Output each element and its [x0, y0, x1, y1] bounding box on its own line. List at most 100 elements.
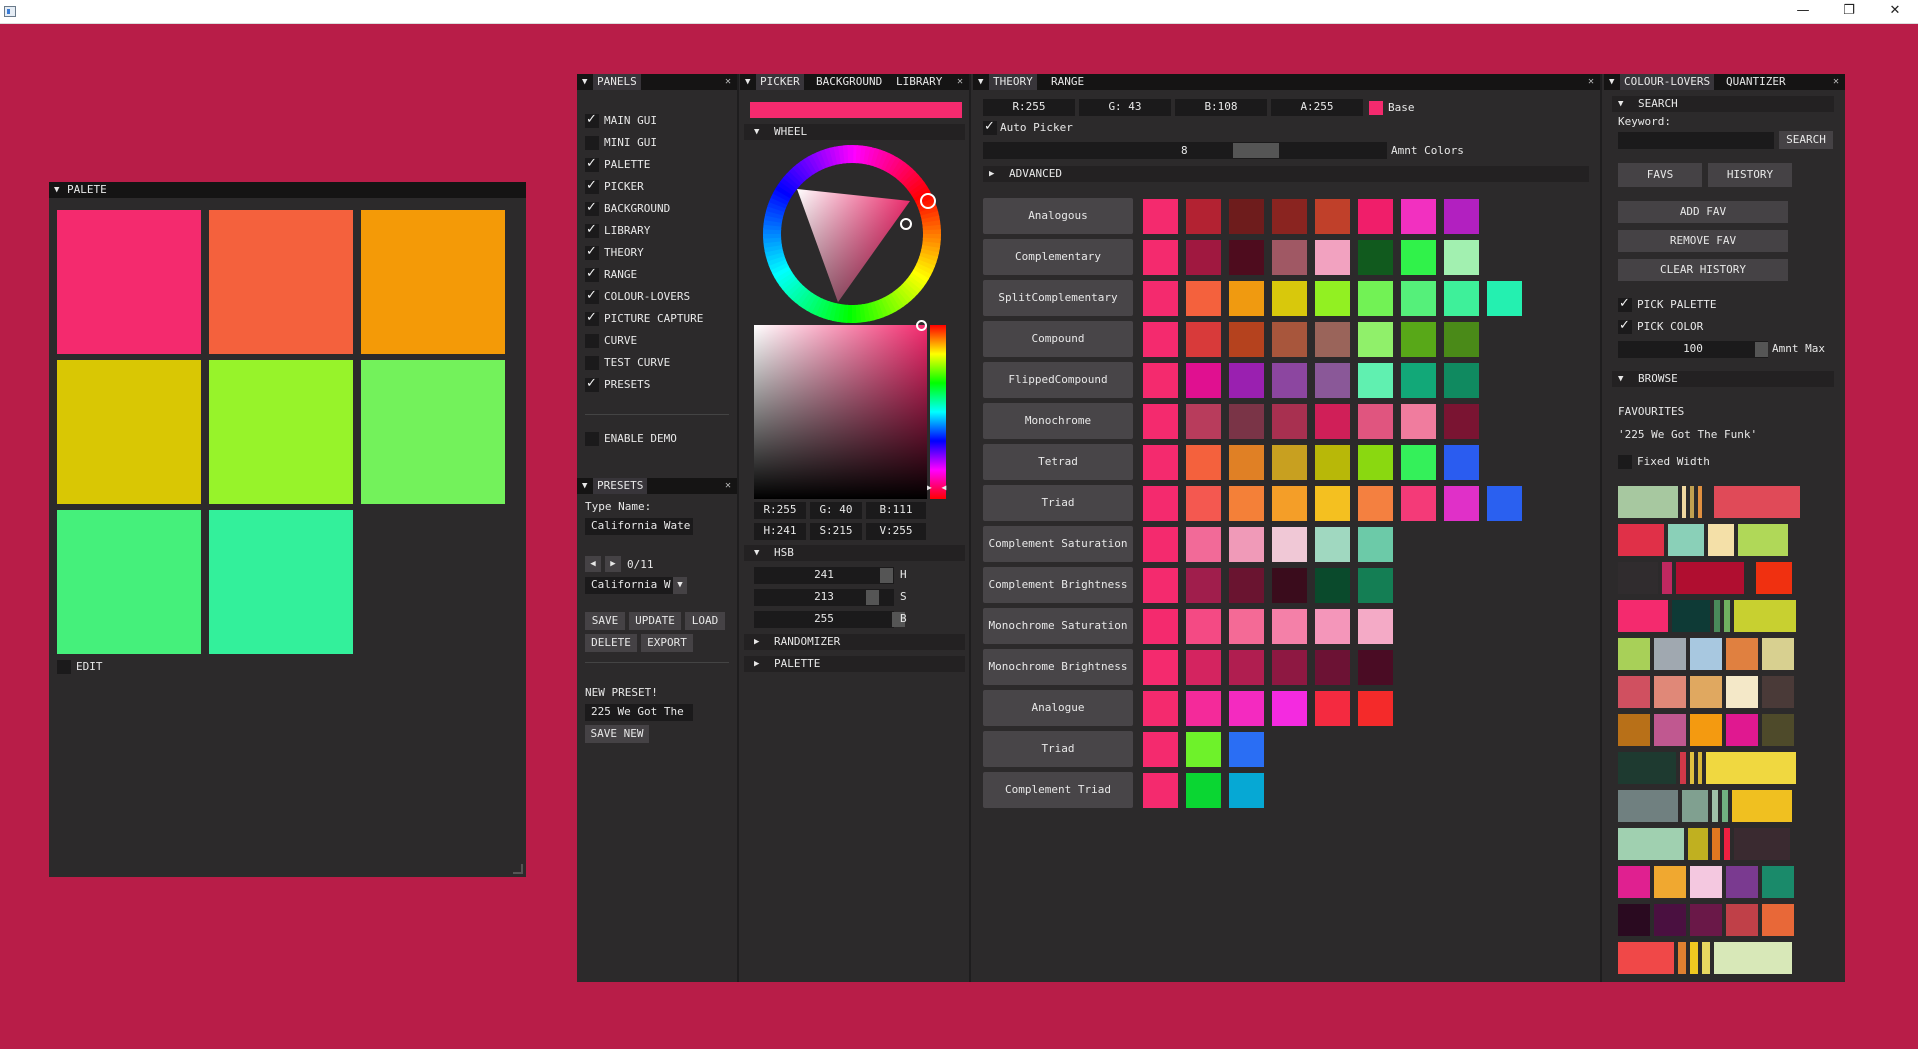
theory-swatch[interactable] — [1358, 527, 1393, 562]
theory-swatch[interactable] — [1186, 773, 1221, 808]
theory-swatch[interactable] — [1186, 486, 1221, 521]
theory-swatch[interactable] — [1272, 650, 1307, 685]
theory-swatch[interactable] — [1229, 650, 1264, 685]
update-button[interactable]: UPDATE — [629, 612, 681, 630]
theory-swatch[interactable] — [1143, 199, 1178, 234]
theory-swatch[interactable] — [1229, 240, 1264, 275]
palette-bar-swatch[interactable] — [1724, 828, 1730, 860]
theory-swatch[interactable] — [1272, 240, 1307, 275]
add-fav-button[interactable]: ADD FAV — [1618, 201, 1788, 223]
theory-swatch[interactable] — [1272, 281, 1307, 316]
palette-bar-swatch[interactable] — [1618, 752, 1676, 784]
theory-swatch[interactable] — [1186, 240, 1221, 275]
theory-swatch[interactable] — [1229, 527, 1264, 562]
theory-swatch[interactable] — [1401, 240, 1436, 275]
theory-swatch[interactable] — [1444, 240, 1479, 275]
palette-bar-swatch[interactable] — [1726, 866, 1758, 898]
theory-swatch[interactable] — [1186, 609, 1221, 644]
palette-bar-swatch[interactable] — [1734, 828, 1790, 860]
panel-checkbox-picker[interactable] — [585, 178, 599, 194]
slider-thumb[interactable] — [880, 568, 893, 583]
palette-swatch[interactable] — [209, 360, 353, 504]
theory-swatch[interactable] — [1444, 486, 1479, 521]
palette-bar-swatch[interactable] — [1654, 714, 1686, 746]
palette-bar-swatch[interactable] — [1722, 790, 1728, 822]
amnt-max-slider[interactable]: 100 — [1618, 341, 1768, 358]
theory-row-button[interactable]: Compound — [983, 321, 1133, 357]
theory-swatch[interactable] — [1143, 281, 1178, 316]
theory-swatch[interactable] — [1487, 281, 1522, 316]
theory-swatch[interactable] — [1229, 363, 1264, 398]
theory-swatch[interactable] — [1315, 240, 1350, 275]
theory-swatch[interactable] — [1401, 486, 1436, 521]
palette-bar-swatch[interactable] — [1706, 752, 1796, 784]
theory-swatch[interactable] — [1272, 199, 1307, 234]
slider-thumb[interactable] — [866, 590, 879, 605]
palette-bar-swatch[interactable] — [1712, 790, 1718, 822]
theory-swatch[interactable] — [1229, 773, 1264, 808]
palette-bar-swatch[interactable] — [1654, 904, 1686, 936]
palette-bar-swatch[interactable] — [1762, 904, 1794, 936]
tab-picker[interactable]: PICKER — [756, 74, 804, 90]
theory-row-button[interactable]: Analogue — [983, 690, 1133, 726]
collapse-icon[interactable]: ▼ — [54, 182, 59, 198]
theory-row-button[interactable]: Triad — [983, 485, 1133, 521]
close-icon[interactable]: ✕ — [1588, 74, 1594, 90]
palette-bar-swatch[interactable] — [1726, 714, 1758, 746]
theory-row-button[interactable]: Monochrome Brightness — [983, 649, 1133, 685]
panel-checkbox-library[interactable] — [585, 222, 599, 238]
palette-swatch[interactable] — [57, 510, 201, 654]
theory-swatch[interactable] — [1143, 527, 1178, 562]
palette-bar-swatch[interactable] — [1618, 524, 1664, 556]
remove-fav-button[interactable]: REMOVE FAV — [1618, 230, 1788, 252]
palette-bar-swatch[interactable] — [1682, 486, 1686, 518]
wheel-section[interactable]: ▼ WHEEL — [744, 124, 965, 140]
theory-swatch[interactable] — [1358, 240, 1393, 275]
palette-bar-swatch[interactable] — [1618, 600, 1668, 632]
randomizer-section[interactable]: ▶ RANDOMIZER — [744, 634, 965, 650]
palette-bar-swatch[interactable] — [1690, 942, 1698, 974]
theory-swatch[interactable] — [1487, 486, 1522, 521]
edit-checkbox[interactable] — [57, 660, 71, 674]
theory-swatch[interactable] — [1358, 322, 1393, 357]
palette-bar-swatch[interactable] — [1732, 790, 1792, 822]
palette-bar-swatch[interactable] — [1792, 524, 1796, 556]
panel-checkbox-main-gui[interactable] — [585, 112, 599, 128]
theory-swatch[interactable] — [1401, 445, 1436, 480]
palette-bar-swatch[interactable] — [1662, 562, 1672, 594]
theory-row-button[interactable]: Monochrome Saturation — [983, 608, 1133, 644]
palette-bar-swatch[interactable] — [1680, 752, 1686, 784]
panel-checkbox-theory[interactable] — [585, 244, 599, 260]
panel-menu-icon[interactable]: ▼ — [582, 74, 587, 90]
theory-swatch[interactable] — [1186, 363, 1221, 398]
palette-bar-swatch[interactable] — [1690, 714, 1722, 746]
palette-bar-swatch[interactable] — [1688, 828, 1708, 860]
theory-swatch[interactable] — [1272, 691, 1307, 726]
theory-swatch[interactable] — [1315, 650, 1350, 685]
favs-button[interactable]: FAVS — [1618, 163, 1702, 187]
panel-menu-icon[interactable]: ▼ — [582, 478, 587, 494]
pick-color-checkbox[interactable] — [1618, 318, 1632, 334]
palette-bar-swatch[interactable] — [1712, 828, 1720, 860]
prev-preset-button[interactable]: ◀ — [585, 556, 601, 572]
palette-bar-swatch[interactable] — [1618, 942, 1674, 974]
palette-section[interactable]: ▶ PALETTE — [744, 656, 965, 672]
theory-swatch[interactable] — [1444, 199, 1479, 234]
palette-bar-swatch[interactable] — [1654, 638, 1686, 670]
close-button[interactable]: ✕ — [1872, 0, 1918, 24]
g-field[interactable]: G: 43 — [1079, 99, 1171, 116]
theory-swatch[interactable] — [1358, 486, 1393, 521]
palette-swatch[interactable] — [209, 510, 353, 654]
panel-checkbox-palette[interactable] — [585, 156, 599, 172]
theory-swatch[interactable] — [1315, 445, 1350, 480]
palette-bar-swatch[interactable] — [1734, 600, 1796, 632]
palette-swatch[interactable] — [57, 360, 201, 504]
palette-bar-swatch[interactable] — [1748, 562, 1752, 594]
fixed-width-checkbox[interactable] — [1618, 455, 1632, 469]
clear-history-button[interactable]: CLEAR HISTORY — [1618, 259, 1788, 281]
theory-row-button[interactable]: Analogous — [983, 198, 1133, 234]
palette-bar-swatch[interactable] — [1678, 942, 1686, 974]
theory-swatch[interactable] — [1315, 609, 1350, 644]
theory-swatch[interactable] — [1272, 445, 1307, 480]
theory-swatch[interactable] — [1229, 486, 1264, 521]
